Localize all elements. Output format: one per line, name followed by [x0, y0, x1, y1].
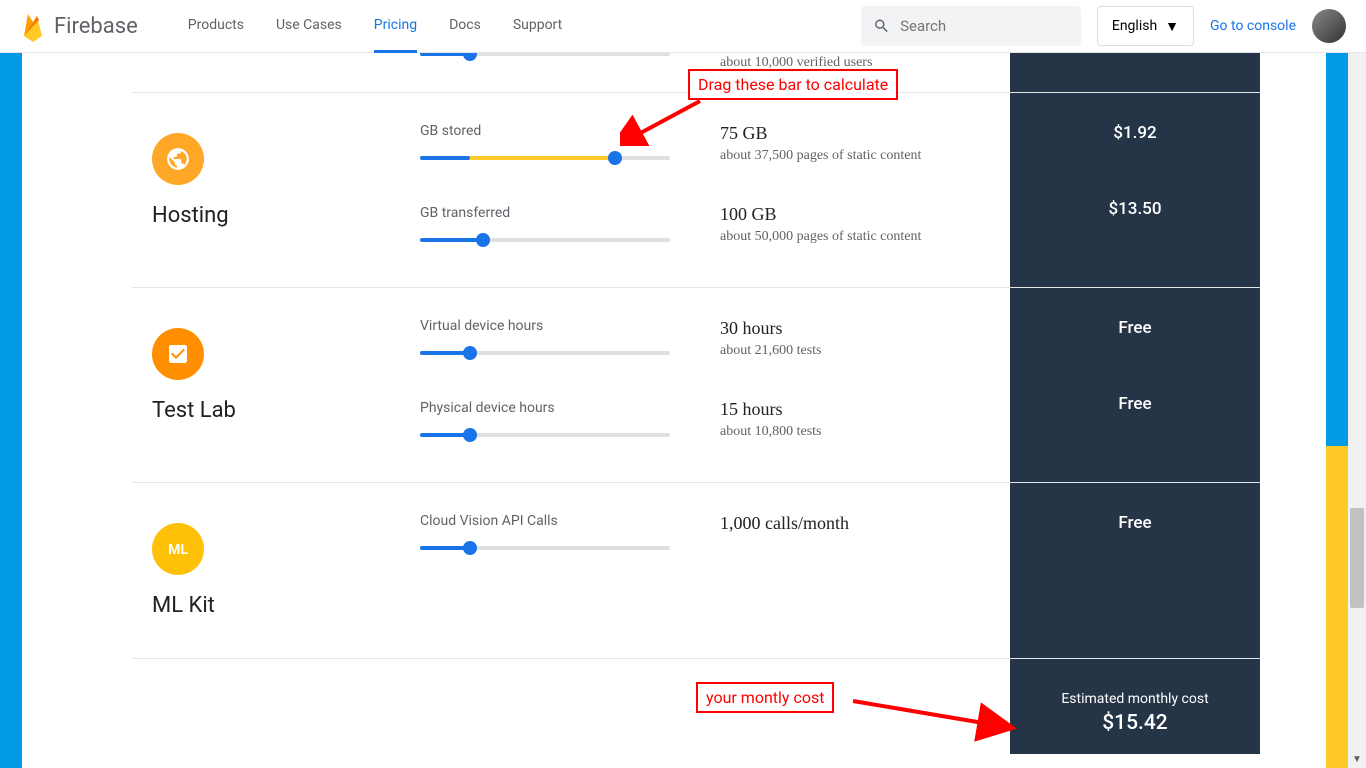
slider-virtual-hours: Virtual device hours [420, 318, 720, 360]
checklist-icon [166, 342, 190, 366]
value-sub-gb-transferred: about 50,000 pages of static content [720, 229, 1010, 245]
slider-thumb[interactable] [476, 233, 490, 247]
annotation-monthly: your montly cost [696, 682, 834, 713]
search-icon [873, 16, 890, 36]
values-mlkit: 1,000 calls/month [720, 483, 1010, 658]
value-sub-gb-stored: about 37,500 pages of static content [720, 148, 1010, 164]
annotation-arrow-drag [620, 96, 710, 146]
estimated-cost: Estimated monthly cost $15.42 [1010, 659, 1260, 754]
value-sub-physical: about 10,800 tests [720, 424, 1010, 440]
avatar[interactable] [1312, 9, 1346, 43]
pricing-content: about 10,000 verified users Hosting GB s… [132, 53, 1260, 754]
chevron-down-icon: ▼ [1165, 18, 1179, 35]
service-col-hosting: Hosting [132, 93, 420, 287]
slider-label: Virtual device hours [420, 318, 720, 334]
prices-testlab: Free Free [1010, 288, 1260, 482]
value-physical-hours: 15 hours [720, 399, 1010, 420]
nav-docs[interactable]: Docs [449, 0, 481, 53]
slider-track-physical[interactable] [420, 428, 670, 442]
nav: Products Use Cases Pricing Docs Support [188, 0, 562, 53]
slider-track-virtual[interactable] [420, 346, 670, 360]
annotation-drag: Drag these bar to calculate [688, 69, 898, 100]
estimated-cost-label: Estimated monthly cost [1010, 691, 1260, 707]
ml-icon: ML [166, 537, 190, 561]
service-col-mlkit: ML ML Kit [132, 483, 420, 658]
search-input[interactable] [900, 17, 1069, 35]
slider-label: Physical device hours [420, 400, 720, 416]
price-gb-stored: $1.92 [1010, 123, 1260, 143]
sliders-mlkit: Cloud Vision API Calls [420, 483, 720, 658]
slider-thumb[interactable] [463, 541, 477, 555]
nav-products[interactable]: Products [188, 0, 244, 53]
service-name-testlab: Test Lab [152, 398, 420, 423]
section-mlkit: ML ML Kit Cloud Vision API Calls 1,000 c… [132, 483, 1260, 659]
price-virtual: Free [1010, 318, 1260, 338]
value-virtual-hours: 30 hours [720, 318, 1010, 339]
scrollbar-track[interactable]: ▲ ▼ [1348, 0, 1366, 768]
estimated-cost-value: $15.42 [1010, 711, 1260, 735]
firebase-logo-icon [20, 8, 46, 44]
header-right: English ▼ Go to console [861, 6, 1346, 46]
value-vision-calls: 1,000 calls/month [720, 513, 1010, 534]
price-physical: Free [1010, 394, 1260, 414]
language-label: English [1112, 18, 1157, 34]
nav-support[interactable]: Support [513, 0, 562, 53]
nav-use-cases[interactable]: Use Cases [276, 0, 342, 53]
slider-track-gb-transferred[interactable] [420, 233, 670, 247]
bg-stripe-right [1326, 53, 1348, 768]
slider-gb-transferred: GB transferred [420, 205, 720, 247]
price-vision: Free [1010, 513, 1260, 533]
scroll-down-button[interactable]: ▼ [1348, 750, 1366, 768]
slider-thumb[interactable] [463, 428, 477, 442]
language-selector[interactable]: English ▼ [1097, 6, 1194, 46]
service-col-testlab: Test Lab [132, 288, 420, 482]
logo[interactable]: Firebase [20, 8, 138, 44]
prices-mlkit: Free [1010, 483, 1260, 658]
service-name-hosting: Hosting [152, 203, 420, 228]
value-sub-virtual: about 21,600 tests [720, 343, 1010, 359]
values-hosting: 75 GB about 37,500 pages of static conte… [720, 93, 1010, 287]
slider-track-gb-stored[interactable] [420, 151, 670, 165]
globe-icon [165, 146, 191, 172]
value-gb-stored: 75 GB [720, 123, 1010, 144]
slider-physical-hours: Physical device hours [420, 400, 720, 442]
search-box[interactable] [861, 6, 1081, 46]
partial-slider [420, 53, 720, 92]
go-to-console-link[interactable]: Go to console [1210, 18, 1296, 34]
scrollbar-thumb[interactable] [1350, 508, 1364, 608]
svg-text:ML: ML [168, 542, 188, 558]
slider-thumb[interactable] [463, 346, 477, 360]
values-testlab: 30 hours about 21,600 tests 15 hours abo… [720, 288, 1010, 482]
sliders-testlab: Virtual device hours Physical device hou… [420, 288, 720, 482]
prices-hosting: $1.92 $13.50 [1010, 93, 1260, 287]
slider-label: Cloud Vision API Calls [420, 513, 720, 529]
mlkit-icon: ML [152, 523, 204, 575]
service-name-mlkit: ML Kit [152, 593, 420, 618]
slider-thumb[interactable] [608, 151, 622, 165]
price-gb-transferred: $13.50 [1010, 199, 1260, 219]
slider-vision-calls: Cloud Vision API Calls [420, 513, 720, 555]
value-gb-transferred: 100 GB [720, 204, 1010, 225]
logo-text: Firebase [54, 14, 138, 39]
partial-price [1010, 53, 1260, 92]
annotation-arrow-monthly [848, 693, 1028, 743]
header: Firebase Products Use Cases Pricing Docs… [0, 0, 1366, 53]
slider-label: GB transferred [420, 205, 720, 221]
section-testlab: Test Lab Virtual device hours Physical d… [132, 288, 1260, 483]
hosting-icon [152, 133, 204, 185]
testlab-icon [152, 328, 204, 380]
slider-track-vision[interactable] [420, 541, 670, 555]
bg-stripe-left [0, 53, 22, 768]
nav-pricing[interactable]: Pricing [374, 0, 417, 53]
